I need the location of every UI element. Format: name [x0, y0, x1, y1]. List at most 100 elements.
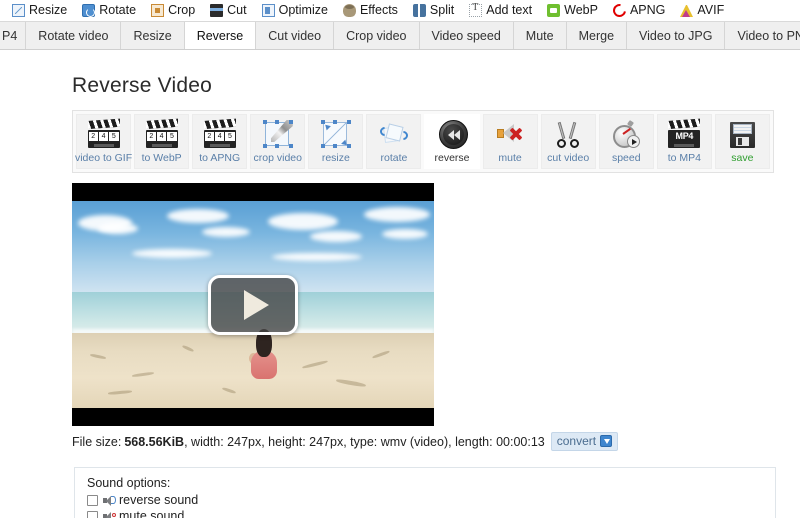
tool-video-to-gif[interactable]: 245 video to GIF [75, 114, 132, 169]
tool-to-mp4[interactable]: MP4 to MP4 [656, 114, 712, 169]
tool-crop-video[interactable]: crop video [250, 114, 306, 169]
rotate-icon [82, 4, 96, 17]
rotate-arrows-icon [377, 119, 411, 151]
cloud [268, 213, 338, 230]
sand-mark [131, 371, 155, 378]
play-triangle-icon [243, 289, 269, 320]
menu-item-crop[interactable]: Crop [151, 4, 195, 17]
reverse-sound-checkbox[interactable] [87, 494, 98, 506]
tab-label: Mute [525, 28, 554, 43]
clapperboard-icon: 245 [203, 118, 237, 151]
top-menu-bar: Resize Rotate Crop Cut Optimize Effects … [0, 0, 800, 22]
menu-item-cut[interactable]: Cut [210, 4, 247, 17]
menu-item-label: Add text [486, 3, 533, 18]
tool-label: crop video [253, 152, 302, 164]
tab-video-to-png[interactable]: Video to PNG [725, 22, 800, 49]
tool-rotate[interactable]: rotate [366, 114, 422, 169]
speaker-reverse-icon [103, 495, 116, 506]
mp4-clapper-icon: MP4 [667, 118, 701, 151]
sound-options-panel: Sound options: reverse sound mute sound [74, 467, 776, 518]
cut-icon [210, 4, 224, 17]
tool-label: to WebP [141, 152, 182, 164]
tool-label: to MP4 [667, 152, 701, 164]
menu-item-label: AVIF [697, 3, 725, 18]
tool-label: rotate [380, 152, 408, 164]
speaker-mute-small-icon [103, 511, 116, 518]
tab-bar: P4 Rotate video Resize Reverse Cut video… [0, 22, 800, 50]
tab-merge[interactable]: Merge [566, 22, 628, 49]
tab-label: Resize [133, 28, 172, 43]
sand-mark [372, 350, 390, 360]
file-info-line: File size: 568.56KiB , width: 247px, hei… [72, 432, 774, 451]
crop-icon [151, 4, 165, 17]
menu-item-effects[interactable]: Effects [342, 4, 398, 17]
option-reverse-sound[interactable]: reverse sound [87, 493, 775, 507]
tool-to-webp[interactable]: 245 to WebP [134, 114, 190, 169]
person-silhouette [249, 329, 279, 381]
sand-mark [302, 360, 328, 370]
sand-mark [89, 353, 107, 361]
crop-pen-icon [261, 119, 295, 151]
menu-item-apng[interactable]: APNG [610, 1, 665, 20]
menu-item-split[interactable]: Split [412, 3, 455, 18]
tool-label: resize [321, 152, 350, 164]
tab-crop-video[interactable]: Crop video [334, 22, 420, 49]
tool-label: reverse [434, 152, 470, 164]
clapperboard-icon: 245 [145, 118, 179, 151]
menu-item-rotate[interactable]: Rotate [82, 4, 136, 17]
cloud [98, 223, 138, 234]
sand-mark [221, 387, 237, 395]
tab-label: Crop video [346, 28, 407, 43]
cloud [272, 253, 362, 261]
sand-mark [181, 345, 195, 353]
page-content: Reverse Video 245 video to GIF 245 to We… [0, 50, 800, 518]
tool-speed[interactable]: speed [598, 114, 654, 169]
play-button[interactable] [208, 274, 298, 335]
tool-mute[interactable]: mute [482, 114, 538, 169]
video-preview[interactable] [72, 183, 434, 426]
tool-label: to APNG [199, 152, 241, 164]
tool-label: save [731, 152, 754, 164]
apng-icon [610, 1, 629, 20]
tab-video-speed[interactable]: Video speed [419, 22, 514, 49]
option-mute-sound[interactable]: mute sound [87, 509, 775, 518]
tool-to-apng[interactable]: 245 to APNG [192, 114, 248, 169]
tab-label: Cut video [268, 28, 322, 43]
menu-item-optimize[interactable]: Optimize [261, 4, 328, 17]
tool-label: cut video [547, 152, 590, 164]
tab-label: Rotate video [38, 28, 109, 43]
file-size-value: 568.56KiB [124, 434, 185, 449]
menu-item-label: Crop [168, 3, 196, 18]
menu-item-add-text[interactable]: Add text [469, 3, 533, 18]
tool-label: speed [611, 152, 641, 164]
tool-reverse[interactable]: reverse [424, 114, 480, 169]
tab-mute[interactable]: Mute [513, 22, 567, 49]
menu-item-label: Split [429, 3, 455, 18]
menu-item-resize[interactable]: Resize [12, 4, 67, 17]
file-meta-rest: , width: 247px, height: 247px, type: wmv… [184, 434, 545, 449]
scissors-icon [551, 119, 585, 151]
tool-save[interactable]: save [714, 114, 770, 169]
tool-resize[interactable]: resize [308, 114, 364, 169]
menu-item-avif[interactable]: AVIF [680, 4, 724, 17]
tab-resize[interactable]: Resize [121, 22, 185, 49]
tab-video-to-jpg[interactable]: Video to JPG [627, 22, 726, 49]
tab-reverse[interactable]: Reverse [184, 22, 257, 49]
cloud [382, 229, 428, 239]
tab-p4[interactable]: P4 [0, 22, 27, 49]
stopwatch-icon [609, 119, 643, 151]
convert-label: convert [556, 434, 597, 448]
tab-rotate-video[interactable]: Rotate video [26, 22, 122, 49]
mute-sound-checkbox[interactable] [87, 510, 98, 518]
webp-icon [547, 4, 561, 17]
cloud [202, 227, 250, 237]
option-label: reverse sound [119, 493, 199, 507]
tool-cut-video[interactable]: cut video [540, 114, 596, 169]
menu-item-webp[interactable]: WebP [547, 4, 598, 17]
tab-label: Video to JPG [639, 28, 713, 43]
sand-mark [107, 390, 133, 396]
speaker-mute-icon [493, 119, 527, 151]
tool-label: mute [498, 152, 522, 164]
convert-button[interactable]: convert [550, 432, 619, 451]
tab-cut-video[interactable]: Cut video [256, 22, 335, 49]
